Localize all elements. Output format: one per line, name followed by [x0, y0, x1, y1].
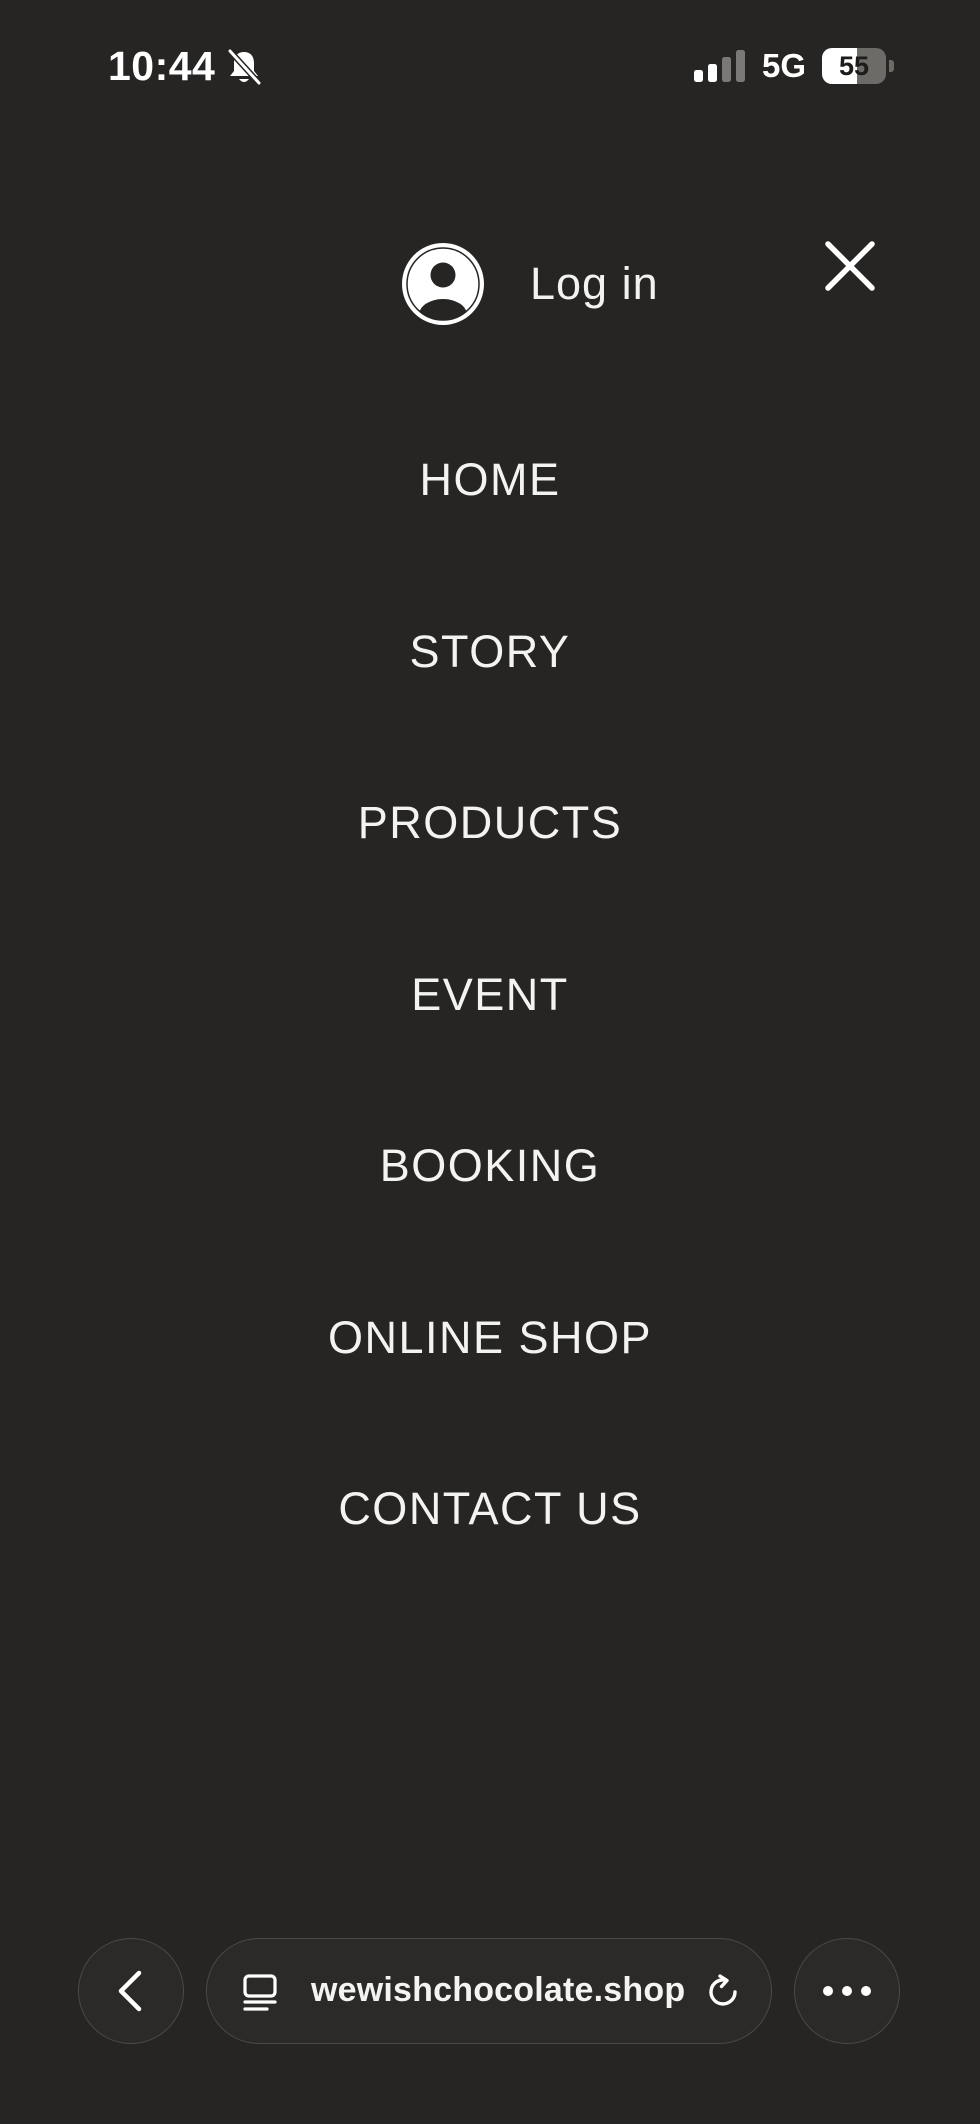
- nav-item-contact-us: CONTACT US: [0, 1463, 980, 1635]
- bell-slash-icon: [227, 48, 262, 86]
- login-link[interactable]: Log in: [402, 242, 659, 326]
- signal-bar: [722, 57, 731, 82]
- nav-link-story[interactable]: STORY: [386, 606, 595, 698]
- ellipsis-icon: [823, 1986, 871, 1996]
- status-bar: 10:44 5G 55: [0, 0, 980, 130]
- browser-toolbar: wewishchocolate.shop: [0, 1930, 980, 2050]
- close-icon: [825, 241, 875, 291]
- nav-item-products: PRODUCTS: [0, 777, 980, 949]
- nav-item-story: STORY: [0, 606, 980, 778]
- chevron-left-icon: [118, 1970, 142, 2012]
- back-button[interactable]: [78, 1938, 184, 2044]
- nav-item-event: EVENT: [0, 949, 980, 1121]
- nav-link-online-shop[interactable]: ONLINE SHOP: [304, 1292, 676, 1384]
- address-bar[interactable]: wewishchocolate.shop: [206, 1938, 772, 2044]
- reload-icon[interactable]: [705, 1973, 743, 2011]
- signal-bar: [708, 64, 717, 82]
- nav-link-home[interactable]: HOME: [396, 434, 585, 526]
- nav-link-booking[interactable]: BOOKING: [356, 1120, 625, 1212]
- close-menu-button[interactable]: [820, 236, 880, 296]
- user-avatar-icon: [402, 243, 484, 325]
- network-type: 5G: [762, 47, 807, 84]
- nav-link-contact-us[interactable]: CONTACT US: [314, 1463, 665, 1555]
- url-text: wewishchocolate.shop: [311, 1971, 686, 2009]
- battery-body: 55: [822, 48, 886, 84]
- nav-item-booking: BOOKING: [0, 1120, 980, 1292]
- nav-item-online-shop: ONLINE SHOP: [0, 1292, 980, 1464]
- cellular-signal-icon: [694, 50, 745, 82]
- signal-bar: [694, 70, 703, 82]
- battery-icon: 55: [822, 48, 894, 84]
- page-tabs-icon: [243, 1974, 277, 2011]
- nav-link-products[interactable]: PRODUCTS: [334, 777, 647, 869]
- more-options-button[interactable]: [794, 1938, 900, 2044]
- signal-bar: [736, 50, 745, 82]
- status-time: 10:44: [108, 43, 216, 89]
- nav-item-home: HOME: [0, 434, 980, 606]
- login-label: Log in: [530, 258, 659, 309]
- nav-link-event[interactable]: EVENT: [387, 949, 593, 1041]
- nav-menu: HOME STORY PRODUCTS EVENT BOOKING ONLINE…: [0, 434, 980, 1635]
- battery-level: 55: [838, 51, 870, 81]
- battery-tip: [889, 60, 894, 72]
